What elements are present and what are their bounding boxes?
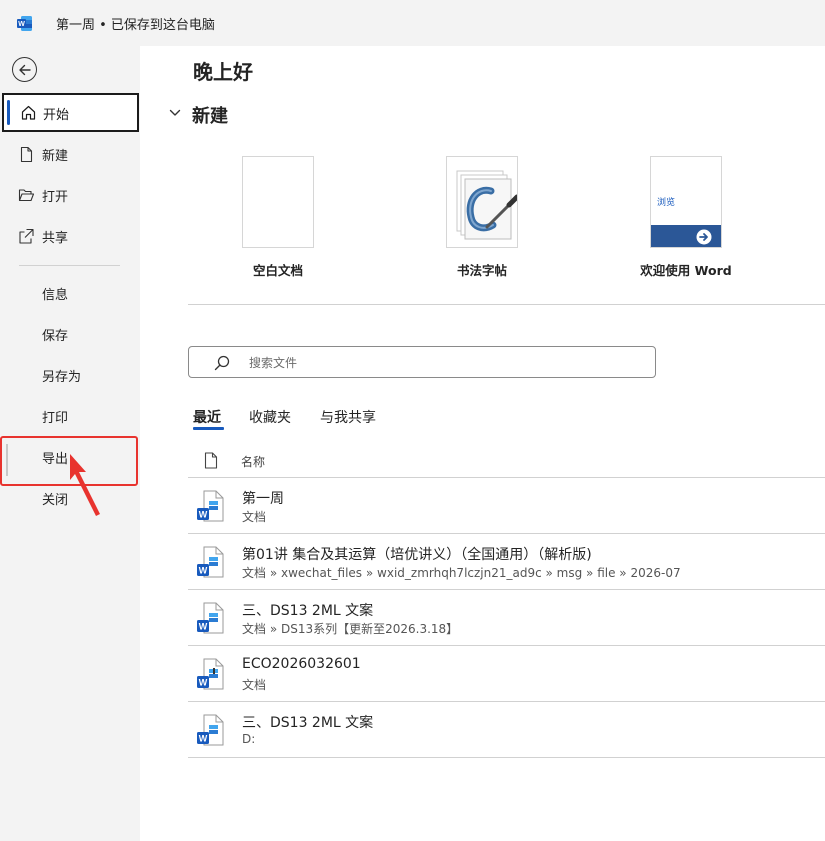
template-blank-label: 空白文档 — [252, 263, 303, 278]
section-divider — [188, 304, 825, 305]
svg-text:W: W — [199, 566, 208, 576]
nav-home-label: 开始 — [43, 108, 70, 123]
word-document-icon: W — [197, 490, 224, 522]
tab-recent[interactable]: 最近 — [193, 407, 221, 427]
nav-print[interactable]: 打印 — [0, 396, 140, 436]
nav-new-label: 新建 — [42, 149, 69, 164]
column-name-header[interactable]: 名称 — [241, 453, 265, 470]
word-icon: W — [17, 16, 32, 31]
word-document-icon: W — [197, 546, 224, 578]
tab-active-underline — [193, 427, 224, 430]
nav-home[interactable]: 开始 — [2, 93, 139, 132]
tab-favorites[interactable]: 收藏夹 — [249, 407, 291, 427]
arrow-right-circle-icon — [696, 229, 712, 245]
search-box[interactable] — [188, 346, 656, 378]
word-macro-document-icon: W — [197, 658, 224, 690]
file-row[interactable]: W 三、DS13 2ML 文案 D: — [188, 702, 825, 758]
export-hover-bar — [6, 444, 8, 476]
file-name: 第01讲 集合及其运算（培优讲义）（全国通用）（解析版) — [242, 547, 592, 563]
template-blank-thumbnail — [242, 156, 314, 248]
svg-text:W: W — [199, 622, 208, 632]
file-type-icon — [204, 452, 218, 469]
nav-save-as[interactable]: 另存为 — [0, 355, 140, 395]
chevron-down-icon[interactable] — [168, 106, 182, 120]
file-list-header: 名称 — [188, 444, 825, 478]
nav-share-label: 共享 — [42, 231, 69, 246]
back-button[interactable] — [12, 57, 37, 82]
document-title: 第一周 • 已保存到这台电脑 — [56, 18, 215, 33]
file-row[interactable]: W ECO2026032601 文档 — [188, 646, 825, 702]
word-document-icon: W — [197, 714, 224, 746]
nav-save-label: 保存 — [42, 329, 69, 344]
svg-text:W: W — [18, 21, 25, 28]
file-name: 第一周 — [242, 491, 284, 507]
nav-share[interactable]: 共享 — [0, 216, 140, 256]
search-icon — [214, 355, 230, 371]
tab-shared-with-me[interactable]: 与我共享 — [320, 407, 376, 427]
template-welcome-label: 欢迎使用 Word — [640, 263, 732, 278]
file-path: D: — [242, 732, 256, 746]
greeting-heading: 晚上好 — [193, 60, 253, 84]
template-welcome-thumbnail: 浏览 — [650, 156, 722, 248]
file-path: 文档 — [242, 510, 267, 524]
nav-save-as-label: 另存为 — [42, 370, 82, 385]
active-indicator — [7, 100, 10, 125]
share-icon — [19, 228, 34, 244]
annotation-arrow-icon — [70, 454, 100, 516]
backstage-sidebar: 开始 新建 打开 共享 信息 保存 另存为 打印 导出 关闭 — [0, 46, 140, 841]
file-path: 文档 » DS13系列【更新至2026.3.18】 — [242, 622, 459, 636]
file-row[interactable]: W 第一周 文档 — [188, 478, 825, 534]
sidebar-divider — [19, 265, 120, 266]
file-row[interactable]: W 第01讲 集合及其运算（培优讲义）（全国通用）（解析版) 文档 » xwec… — [188, 534, 825, 590]
file-path: 文档 — [242, 678, 267, 692]
nav-print-label: 打印 — [42, 411, 69, 426]
template-welcome-thumb-text: 浏览 — [657, 198, 676, 208]
svg-text:W: W — [199, 510, 208, 520]
nav-open[interactable]: 打开 — [0, 175, 140, 215]
template-calligraphy-label: 书法字帖 — [456, 263, 507, 278]
folder-open-icon — [18, 189, 35, 202]
svg-text:W: W — [199, 734, 208, 744]
svg-text:W: W — [199, 678, 208, 688]
home-icon — [21, 105, 36, 120]
new-section-title: 新建 — [192, 106, 228, 127]
file-path: 文档 » xwechat_files » wxid_zmrhqh7lczjn21… — [242, 566, 681, 580]
nav-new[interactable]: 新建 — [0, 134, 140, 174]
nav-open-label: 打开 — [42, 190, 69, 205]
back-arrow-icon — [18, 64, 31, 75]
file-name: ECO2026032601 — [242, 656, 361, 672]
file-name: 三、DS13 2ML 文案 — [242, 715, 374, 731]
file-row[interactable]: W 三、DS13 2ML 文案 文档 » DS13系列【更新至2026.3.18… — [188, 590, 825, 646]
template-calligraphy-thumbnail — [446, 156, 518, 248]
title-bar: W 第一周 • 已保存到这台电脑 — [0, 0, 825, 46]
new-document-icon — [20, 146, 33, 163]
search-input[interactable] — [249, 353, 639, 373]
file-name: 三、DS13 2ML 文案 — [242, 603, 374, 619]
nav-save[interactable]: 保存 — [0, 314, 140, 354]
calligraphy-icon — [456, 170, 517, 240]
word-document-icon: W — [197, 602, 224, 634]
nav-info-label: 信息 — [42, 288, 69, 303]
nav-info[interactable]: 信息 — [0, 273, 140, 313]
